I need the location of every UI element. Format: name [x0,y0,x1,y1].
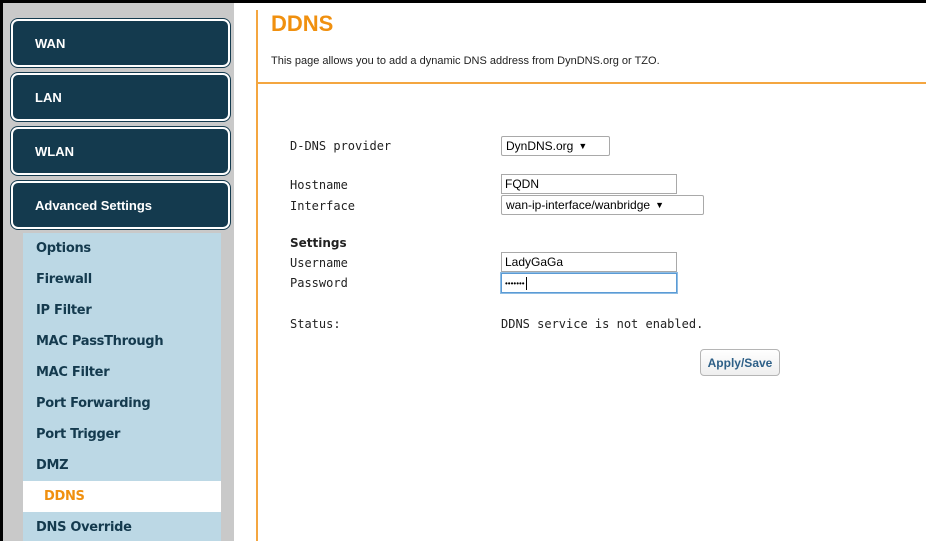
submenu-item-port-forwarding[interactable]: Port Forwarding [23,388,221,419]
submenu-item-ddns[interactable]: DDNS [23,481,221,512]
content-left-border [256,10,258,541]
username-value: LadyGaGa [505,255,564,269]
provider-label: D-DNS provider [290,139,392,153]
interface-select-value: wan-ip-interface/wanbridge [506,198,651,212]
submenu-item-firewall[interactable]: Firewall [23,264,221,295]
submenu-item-dmz[interactable]: DMZ [23,450,221,481]
hostname-input[interactable]: FQDN [501,174,677,194]
interface-label: Interface [290,199,356,213]
username-input[interactable]: LadyGaGa [501,252,677,272]
header-divider [256,82,926,84]
chevron-down-icon: ▼ [578,141,588,151]
submenu-item-mac-filter[interactable]: MAC Filter [23,357,221,388]
chevron-down-icon: ▼ [655,200,664,210]
password-masked-value: ••••••• [505,278,525,288]
hostname-label: Hostname [290,178,348,192]
status-label: Status: [290,317,341,331]
text-cursor [525,276,527,290]
page-title: DDNS [271,11,334,36]
nav-wan-button[interactable]: WAN [11,19,230,67]
submenu-item-mac-passthrough[interactable]: MAC PassThrough [23,326,221,357]
nav-wlan-button[interactable]: WLAN [11,127,230,175]
interface-select[interactable]: wan-ip-interface/wanbridge ▼ [501,195,704,215]
status-value: DDNS service is not enabled. [501,317,704,331]
apply-save-button[interactable]: Apply/Save [700,349,780,376]
submenu-item-dns-override[interactable]: DNS Override [23,512,221,541]
submenu-item-options[interactable]: Options [23,233,221,264]
advanced-submenu: Options Firewall IP Filter MAC PassThrou… [23,233,221,541]
sidebar: WAN LAN WLAN Advanced Settings Options F… [3,3,234,541]
settings-heading: Settings [290,236,347,250]
username-label: Username [290,256,348,270]
submenu-item-port-trigger[interactable]: Port Trigger [23,419,221,450]
password-input[interactable]: ••••••• [501,273,677,293]
submenu-item-ip-filter[interactable]: IP Filter [23,295,221,326]
page-description: This page allows you to add a dynamic DN… [271,55,660,67]
nav-lan-button[interactable]: LAN [11,73,230,121]
provider-select-value: DynDNS.org [506,139,574,153]
nav-advanced-settings-button[interactable]: Advanced Settings [11,181,230,229]
hostname-value: FQDN [505,177,539,191]
provider-select[interactable]: DynDNS.org ▼ [501,136,610,156]
password-label: Password [290,276,348,290]
